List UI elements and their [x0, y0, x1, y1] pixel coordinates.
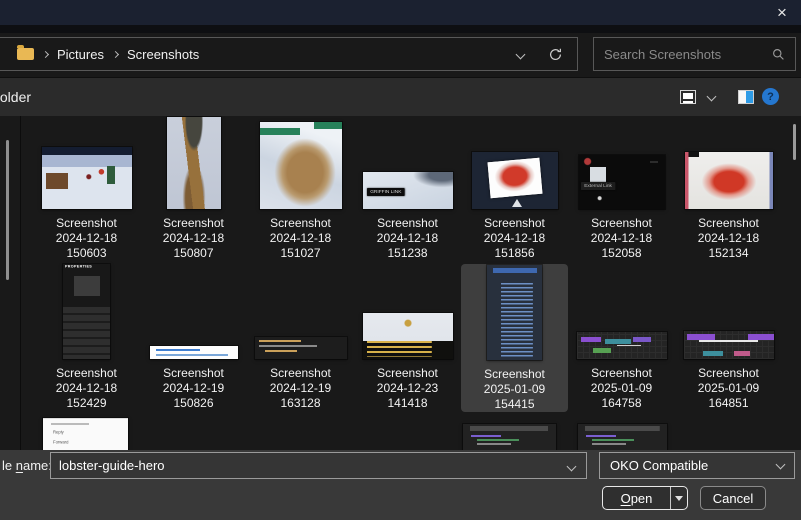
- dropdown-arrow-icon: [675, 496, 683, 501]
- open-button[interactable]: Open: [602, 486, 688, 510]
- file-name-label: Screenshot 2024-12-18 152134: [698, 216, 759, 261]
- open-dropdown-button[interactable]: [671, 496, 687, 501]
- file-item[interactable]: Screenshot 2024-12-18 152134: [675, 118, 782, 263]
- file-item[interactable]: Screenshot 2025-01-09 164758: [568, 264, 675, 411]
- file-name-field-label: le name:: [2, 458, 52, 473]
- file-thumbnail: [685, 152, 773, 209]
- dialog-footer: le name: OKO Compatible Open Cancel: [0, 450, 801, 520]
- file-name-input[interactable]: [50, 452, 587, 479]
- file-thumbnail: [167, 117, 221, 209]
- new-folder-button[interactable]: folder: [0, 89, 31, 105]
- easel-graphic: [512, 199, 522, 207]
- file-name-label: Screenshot 2024-12-18 151238: [377, 216, 438, 261]
- file-item[interactable]: Screenshot 2024-12-23 141418: [354, 264, 461, 411]
- file-thumbnail: [255, 337, 347, 359]
- file-list: Screenshot 2024-12-18 150603 Screenshot …: [0, 116, 801, 450]
- file-item[interactable]: Screenshot 2025-01-09 164851: [675, 264, 782, 411]
- file-thumbnail: [42, 147, 132, 209]
- close-icon: ×: [777, 4, 787, 21]
- file-name-label: Screenshot 2024-12-19 150826: [163, 366, 224, 411]
- file-item[interactable]: Screenshot 2024-12-18 151856: [461, 118, 568, 263]
- file-name-label: Screenshot 2024-12-18 151856: [484, 216, 545, 261]
- navigation-row: Pictures Screenshots: [0, 33, 801, 78]
- file-name-label: Screenshot 2024-12-18 152429: [56, 366, 117, 411]
- refresh-icon[interactable]: [548, 47, 563, 62]
- open-file-dialog: × Pictures Screenshots folder ?: [0, 0, 801, 520]
- address-dropdown-icon[interactable]: [516, 49, 526, 59]
- search-box: [593, 37, 796, 71]
- preview-pane-icon[interactable]: [738, 90, 754, 104]
- file-item-partial[interactable]: [463, 424, 556, 450]
- search-icon: [772, 48, 785, 61]
- file-item[interactable]: Screenshot 2024-12-18 150603: [33, 118, 140, 263]
- thumbnail-overlay-text: Reply: [53, 430, 64, 434]
- lobster-screen-graphic: [487, 158, 542, 198]
- file-type-select[interactable]: OKO Compatible: [599, 452, 795, 479]
- title-bar: ×: [0, 0, 801, 25]
- breadcrumb-pictures[interactable]: Pictures: [57, 47, 104, 62]
- address-bar[interactable]: Pictures Screenshots: [0, 37, 578, 71]
- file-name-label: Screenshot 2024-12-18 150807: [163, 216, 224, 261]
- cancel-button[interactable]: Cancel: [700, 486, 766, 510]
- file-item[interactable]: External Link Screenshot 2024-12-18 1520…: [568, 118, 675, 263]
- file-thumbnail: [487, 265, 542, 360]
- view-dropdown-icon[interactable]: [707, 92, 717, 102]
- thumbnail-overlay-text: External Link: [581, 182, 615, 190]
- chevron-down-icon: [776, 459, 786, 469]
- file-name-label: Screenshot 2024-12-18 152058: [591, 216, 652, 261]
- left-scrollbar-thumb[interactable]: [6, 140, 9, 280]
- file-item-partial[interactable]: Reply Forward: [43, 418, 128, 450]
- search-input[interactable]: [594, 47, 772, 62]
- file-thumbnail: [363, 313, 453, 359]
- chevron-right-icon: [42, 50, 49, 57]
- help-icon[interactable]: ?: [762, 88, 779, 105]
- file-thumbnail: External Link: [579, 155, 665, 209]
- file-item[interactable]: Screenshot 2024-12-18 150807: [140, 118, 247, 263]
- file-name-label: Screenshot 2024-12-23 141418: [377, 366, 438, 411]
- file-item[interactable]: Screenshot 2024-12-18 151027: [247, 118, 354, 263]
- file-name-label: Screenshot 2024-12-19 163128: [270, 366, 331, 411]
- file-type-value: OKO Compatible: [610, 458, 708, 473]
- thumbnail-overlay-text: GRIFFIN LINK: [367, 188, 405, 196]
- file-name-label: Screenshot 2024-12-18 151027: [270, 216, 331, 261]
- file-item-selected[interactable]: Screenshot 2025-01-09 154415: [461, 264, 568, 412]
- chevron-right-icon: [112, 50, 119, 57]
- file-name-label: Screenshot 2025-01-09 164758: [591, 366, 652, 411]
- thumbnail-overlay-text: Forward: [53, 441, 68, 445]
- file-thumbnail: [472, 152, 558, 209]
- titlebar-divider: [0, 25, 801, 33]
- file-item-partial[interactable]: [578, 424, 667, 450]
- file-name-label: Screenshot 2025-01-09 154415: [484, 367, 545, 412]
- file-item[interactable]: Screenshot 2024-12-19 150826: [140, 264, 247, 411]
- file-thumbnail: [150, 346, 238, 359]
- thumbnail-overlay-text: PROPERTIES: [65, 265, 92, 269]
- file-name-label: Screenshot 2024-12-18 150603: [56, 216, 117, 261]
- file-thumbnail: [684, 331, 774, 359]
- file-item[interactable]: PROPERTIES Screenshot 2024-12-18 152429: [33, 264, 140, 411]
- folder-icon: [17, 48, 34, 60]
- right-scrollbar-thumb[interactable]: [793, 124, 796, 160]
- close-button[interactable]: ×: [769, 1, 795, 23]
- breadcrumb-screenshots[interactable]: Screenshots: [127, 47, 199, 62]
- file-thumbnail: GRIFFIN LINK: [363, 172, 453, 209]
- file-name-label: Screenshot 2025-01-09 164851: [698, 366, 759, 411]
- file-item[interactable]: Screenshot 2024-12-19 163128: [247, 264, 354, 411]
- view-mode-icon[interactable]: [680, 90, 696, 104]
- file-thumbnail: PROPERTIES: [63, 264, 110, 359]
- command-bar: folder ?: [0, 78, 801, 116]
- file-thumbnail: [577, 332, 667, 359]
- file-item[interactable]: GRIFFIN LINK Screenshot 2024-12-18 15123…: [354, 118, 461, 263]
- pane-divider: [20, 116, 21, 450]
- file-thumbnail: [260, 122, 342, 209]
